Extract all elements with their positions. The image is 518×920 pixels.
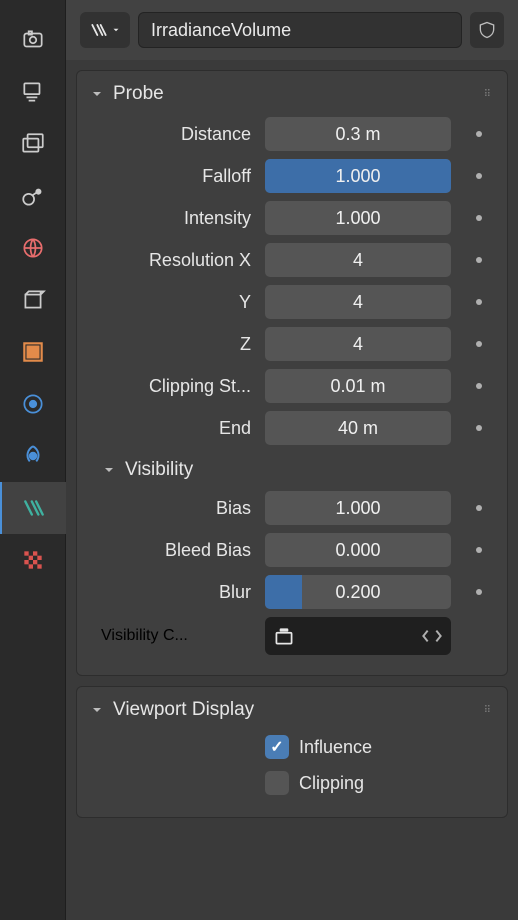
anim-dot[interactable]	[465, 505, 493, 511]
field-falloff[interactable]: 1.000	[265, 159, 451, 193]
label-influence: Influence	[299, 737, 372, 758]
datablock-name-text: IrradianceVolume	[151, 20, 291, 41]
anim-dot[interactable]	[465, 425, 493, 431]
row-clip-start: Clipping St... 0.01 m	[77, 365, 507, 407]
panel-title: Viewport Display	[113, 699, 254, 721]
panel-grip-icon[interactable]: ⠿	[484, 705, 493, 716]
row-res-y: Y 4	[77, 281, 507, 323]
label-clip-start: Clipping St...	[101, 376, 251, 397]
invert-arrows-icon[interactable]	[419, 623, 445, 649]
anim-dot[interactable]	[465, 383, 493, 389]
tab-viewlayer[interactable]	[0, 118, 66, 170]
panel-header-viewport[interactable]: Viewport Display ⠿	[77, 687, 507, 729]
label-intensity: Intensity	[101, 208, 251, 229]
row-bias: Bias 1.000	[77, 487, 507, 529]
fake-user-toggle[interactable]	[470, 12, 504, 48]
chevron-down-icon	[101, 462, 117, 478]
row-falloff: Falloff 1.000	[77, 155, 507, 197]
field-clip-end[interactable]: 40 m	[265, 411, 451, 445]
label-clip-end: End	[101, 418, 251, 439]
anim-dot[interactable]	[465, 173, 493, 179]
datablock-name-input[interactable]: IrradianceVolume	[138, 12, 462, 48]
tab-object[interactable]	[0, 274, 66, 326]
panel-title: Probe	[113, 83, 164, 105]
field-clip-start[interactable]: 0.01 m	[265, 369, 451, 403]
tab-constraints[interactable]	[0, 378, 66, 430]
anim-dot[interactable]	[465, 215, 493, 221]
field-bias[interactable]: 1.000	[265, 491, 451, 525]
row-blur: Blur 0.200	[77, 571, 507, 613]
tab-scene[interactable]	[0, 170, 66, 222]
tab-render[interactable]	[0, 14, 66, 66]
anim-dot[interactable]	[465, 341, 493, 347]
row-clipping: Clipping	[77, 765, 507, 801]
row-influence: Influence	[77, 729, 507, 765]
field-res-z[interactable]: 4	[265, 327, 451, 361]
properties-main: IrradianceVolume Probe ⠿ Distance 0.3 m …	[66, 0, 518, 920]
anim-dot[interactable]	[465, 589, 493, 595]
label-bleed-bias: Bleed Bias	[101, 540, 251, 561]
collection-icon	[271, 623, 297, 649]
panel-probe: Probe ⠿ Distance 0.3 m Falloff 1.000 Int…	[76, 70, 508, 676]
field-intensity[interactable]: 1.000	[265, 201, 451, 235]
panel-grip-icon[interactable]: ⠿	[484, 89, 493, 100]
chevron-down-icon	[89, 86, 105, 102]
row-res-z: Z 4	[77, 323, 507, 365]
checkbox-influence[interactable]	[265, 735, 289, 759]
row-clip-end: End 40 m	[77, 407, 507, 449]
anim-dot[interactable]	[465, 131, 493, 137]
label-res-y: Y	[101, 292, 251, 313]
row-intensity: Intensity 1.000	[77, 197, 507, 239]
label-clipping: Clipping	[299, 773, 364, 794]
tab-physics[interactable]	[0, 430, 66, 482]
tab-texture[interactable]	[0, 534, 66, 586]
field-res-y[interactable]: 4	[265, 285, 451, 319]
label-res-z: Z	[101, 334, 251, 355]
tab-objectdata-probe[interactable]	[0, 482, 66, 534]
anim-dot[interactable]	[465, 257, 493, 263]
label-bias: Bias	[101, 498, 251, 519]
row-distance: Distance 0.3 m	[77, 113, 507, 155]
checkbox-clipping[interactable]	[265, 771, 289, 795]
subpanel-title: Visibility	[125, 459, 193, 481]
panel-header-probe[interactable]: Probe ⠿	[77, 71, 507, 113]
properties-tab-rail	[0, 0, 66, 920]
label-blur: Blur	[101, 582, 251, 603]
field-bleed-bias[interactable]: 0.000	[265, 533, 451, 567]
row-res-x: Resolution X 4	[77, 239, 507, 281]
label-visibility-collection: Visibility C...	[101, 627, 251, 645]
anim-dot[interactable]	[465, 547, 493, 553]
panels-area: Probe ⠿ Distance 0.3 m Falloff 1.000 Int…	[66, 60, 518, 920]
tab-world[interactable]	[0, 222, 66, 274]
label-res-x: Resolution X	[101, 250, 251, 271]
field-distance[interactable]: 0.3 m	[265, 117, 451, 151]
field-res-x[interactable]: 4	[265, 243, 451, 277]
label-falloff: Falloff	[101, 166, 251, 187]
chevron-down-icon	[89, 702, 105, 718]
datablock-header: IrradianceVolume	[66, 0, 518, 60]
anim-dot[interactable]	[465, 299, 493, 305]
subpanel-header-visibility[interactable]: Visibility	[77, 449, 507, 487]
row-visibility-collection: Visibility C...	[77, 613, 507, 659]
field-visibility-collection[interactable]	[265, 617, 451, 655]
label-distance: Distance	[101, 124, 251, 145]
panel-viewport-display: Viewport Display ⠿ Influence Clipping	[76, 686, 508, 818]
tab-output[interactable]	[0, 66, 66, 118]
field-blur[interactable]: 0.200	[265, 575, 451, 609]
datablock-type-dropdown[interactable]	[80, 12, 130, 48]
row-bleed-bias: Bleed Bias 0.000	[77, 529, 507, 571]
tab-modifiers[interactable]	[0, 326, 66, 378]
